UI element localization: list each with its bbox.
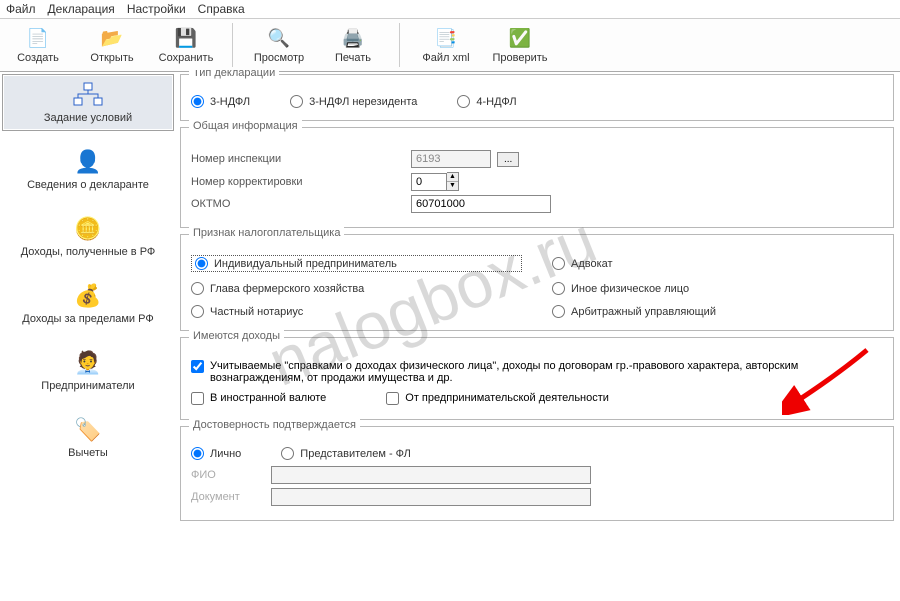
preview-button[interactable]: 🔍Просмотр: [247, 23, 311, 67]
radio-notary[interactable]: Частный нотариус: [191, 305, 522, 318]
radio-farm-head[interactable]: Глава фермерского хозяйства: [191, 282, 522, 295]
sidebar-item-label: Сведения о декларанте: [27, 179, 149, 191]
inspection-lookup-button[interactable]: ...: [497, 152, 519, 167]
spin-up-icon[interactable]: ▲: [447, 173, 458, 182]
authenticity-group: Достоверность подтверждается Лично Предс…: [180, 426, 894, 521]
taxpayer-group: Признак налогоплательщика Индивидуальный…: [180, 234, 894, 331]
declaration-type-group: Тип декларации 3-НДФЛ 3-НДФЛ нерезидента…: [180, 74, 894, 121]
group-legend: Имеются доходы: [189, 330, 284, 342]
inspection-label: Номер инспекции: [191, 153, 411, 165]
correction-input[interactable]: [411, 173, 447, 191]
check-icon: ✅: [508, 26, 532, 50]
toolbar: 📄Создать 📂Открыть 💾Сохранить 🔍Просмотр 🖨…: [0, 19, 900, 72]
sidebar-item-label: Задание условий: [44, 112, 132, 124]
sidebar-item-label: Вычеты: [68, 447, 108, 459]
person-icon: 👤: [70, 148, 106, 176]
create-button[interactable]: 📄Создать: [6, 23, 70, 67]
sidebar-item-label: Предприниматели: [41, 380, 134, 392]
group-legend: Достоверность подтверждается: [189, 419, 360, 431]
menu-bar: Файл Декларация Настройки Справка: [0, 0, 900, 19]
group-legend: Общая информация: [189, 120, 302, 132]
sidebar-item-entrepreneurs[interactable]: 🧑‍💼 Предприниматели: [2, 342, 174, 399]
menu-file[interactable]: Файл: [6, 2, 36, 16]
checkbox-entrepreneurial[interactable]: От предпринимательской деятельности: [386, 392, 609, 405]
group-legend: Тип декларации: [189, 70, 279, 79]
income-group: Имеются доходы Учитываемые "справками о …: [180, 337, 894, 420]
fio-label: ФИО: [191, 469, 271, 481]
entrepreneur-icon: 🧑‍💼: [70, 349, 106, 377]
save-button[interactable]: 💾Сохранить: [154, 23, 218, 67]
inspection-input: [411, 150, 491, 168]
radio-4ndfl[interactable]: 4-НДФЛ: [457, 95, 516, 108]
sidebar-item-income-rf[interactable]: 🪙 Доходы, полученные в РФ: [2, 208, 174, 265]
preview-icon: 🔍: [267, 26, 291, 50]
correction-label: Номер корректировки: [191, 176, 411, 188]
oktmo-input[interactable]: [411, 195, 551, 213]
document-label: Документ: [191, 491, 271, 503]
checkbox-foreign-currency[interactable]: В иностранной валюте: [191, 392, 326, 405]
open-button[interactable]: 📂Открыть: [80, 23, 144, 67]
sidebar: Задание условий 👤 Сведения о декларанте …: [0, 70, 176, 601]
deductions-icon: 🏷️: [70, 416, 106, 444]
general-info-group: Общая информация Номер инспекции ... Ном…: [180, 127, 894, 228]
menu-declaration[interactable]: Декларация: [48, 2, 115, 16]
radio-3ndfl-nonresident[interactable]: 3-НДФЛ нерезидента: [290, 95, 417, 108]
radio-personally[interactable]: Лично: [191, 447, 241, 460]
correction-spinner[interactable]: ▲▼: [447, 172, 459, 191]
sidebar-item-deductions[interactable]: 🏷️ Вычеты: [2, 409, 174, 466]
sidebar-item-income-foreign[interactable]: 💰 Доходы за пределами РФ: [2, 275, 174, 332]
xml-file-icon: 📑: [434, 26, 458, 50]
file-new-icon: 📄: [26, 26, 50, 50]
sidebar-item-label: Доходы за пределами РФ: [22, 313, 153, 325]
radio-3ndfl[interactable]: 3-НДФЛ: [191, 95, 250, 108]
menu-help[interactable]: Справка: [198, 2, 245, 16]
menu-settings[interactable]: Настройки: [127, 2, 186, 16]
print-button[interactable]: 🖨️Печать: [321, 23, 385, 67]
radio-individual-entrepreneur[interactable]: Индивидуальный предприниматель: [191, 255, 522, 272]
document-input: [271, 488, 591, 506]
radio-other-person[interactable]: Иное физическое лицо: [552, 282, 883, 295]
save-icon: 💾: [174, 26, 198, 50]
conditions-icon: [70, 81, 106, 109]
radio-representative[interactable]: Представителем - ФЛ: [281, 447, 411, 460]
oktmo-label: ОКТМО: [191, 198, 411, 210]
fio-input: [271, 466, 591, 484]
check-button[interactable]: ✅Проверить: [488, 23, 552, 67]
sidebar-item-conditions[interactable]: Задание условий: [2, 74, 174, 131]
checkbox-income-certificates[interactable]: Учитываемые "справками о доходах физичес…: [191, 360, 883, 384]
form-area: Тип декларации 3-НДФЛ 3-НДФЛ нерезидента…: [176, 70, 900, 601]
spin-down-icon[interactable]: ▼: [447, 182, 458, 190]
xml-button[interactable]: 📑Файл xml: [414, 23, 478, 67]
group-legend: Признак налогоплательщика: [189, 227, 344, 239]
coins-icon: 🪙: [70, 215, 106, 243]
radio-arbitration-manager[interactable]: Арбитражный управляющий: [552, 305, 883, 318]
money-bag-icon: 💰: [70, 282, 106, 310]
sidebar-item-label: Доходы, полученные в РФ: [21, 246, 156, 258]
sidebar-item-declarant[interactable]: 👤 Сведения о декларанте: [2, 141, 174, 198]
radio-lawyer[interactable]: Адвокат: [552, 257, 883, 270]
folder-open-icon: 📂: [100, 26, 124, 50]
print-icon: 🖨️: [341, 26, 365, 50]
